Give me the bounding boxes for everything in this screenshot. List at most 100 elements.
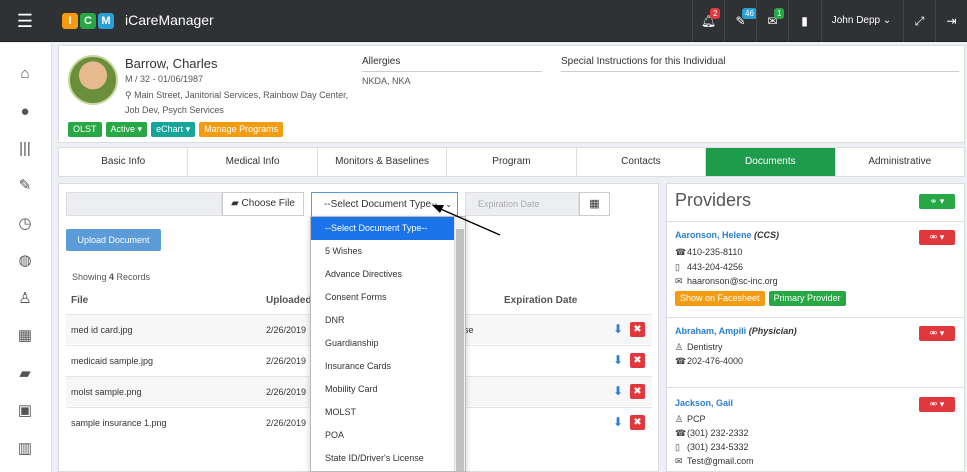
logo-letter-i: I [62, 13, 78, 29]
file-name: sample insurance 1.png [71, 418, 167, 428]
link-icon: ⚭ ▾ [929, 196, 945, 206]
dropdown-option[interactable]: POA [311, 424, 456, 447]
envelope-icon: ✉ [675, 276, 683, 286]
file-name: medicaid sample.jpg [71, 356, 154, 366]
phone-icon: ☎ [675, 428, 687, 438]
manage-programs-button[interactable]: Manage Programs [199, 122, 284, 137]
records-count: Showing 4 Records [72, 272, 150, 282]
dropdown-option[interactable]: State ID/Driver's License [311, 447, 456, 470]
scrollbar-thumb[interactable] [456, 229, 464, 471]
active-dropdown[interactable]: Active ▾ [105, 122, 148, 137]
expand-icon: ⤢ [914, 14, 925, 28]
globe-icon[interactable]: ◍ [14, 250, 36, 272]
calendar-button[interactable]: ▦ [579, 192, 610, 216]
barcode-icon[interactable]: ||| [14, 138, 36, 160]
download-icon[interactable]: ⬇ [611, 384, 625, 398]
avatar [68, 55, 118, 105]
provider-mobile: ▯ 443-204-4256 [675, 262, 743, 273]
provider-name[interactable]: Jackson, Gail [675, 398, 733, 408]
tab-program[interactable]: Program [447, 148, 577, 176]
unlink-icon: ⚮ ▾ [929, 232, 945, 242]
phone-text: 410-235-8110 [687, 247, 743, 257]
delete-icon[interactable]: ✖ [630, 384, 645, 399]
file-name: molst sample.png [71, 387, 142, 397]
download-icon[interactable]: ⬇ [611, 415, 625, 429]
tasks-button[interactable]: ✎ 46 [724, 0, 757, 42]
dropdown-option[interactable]: Advance Directives [311, 263, 456, 286]
dropdown-option[interactable]: Mobility Card [311, 378, 456, 401]
specialty-text: Dentistry [687, 342, 723, 352]
home-icon[interactable]: ⌂ [14, 63, 36, 85]
tab-monitors-baselines[interactable]: Monitors & Baselines [318, 148, 448, 176]
show-on-facesheet-button[interactable]: Show on Facesheet [675, 291, 765, 306]
records-suffix: Records [114, 272, 151, 282]
provider-email: ✉ haaronson@sc-inc.org [675, 276, 778, 287]
mobile-text: 443-204-4256 [687, 262, 744, 272]
providers-panel: Providers ⚭ ▾ Aaronson, Helene (CCS) ⚮ ▾… [666, 183, 965, 472]
briefcase-icon[interactable]: ▣ [14, 400, 36, 422]
document-type-value: --Select Document Type-- [324, 199, 438, 210]
primary-provider-button[interactable]: Primary Provider [768, 291, 846, 306]
notifications-badge: 2 [710, 8, 721, 19]
tab-administrative[interactable]: Administrative [836, 148, 964, 176]
download-icon[interactable]: ⬇ [611, 353, 625, 367]
truck-icon[interactable]: ▰ [14, 363, 36, 385]
patient-name: Barrow, Charles [125, 56, 218, 71]
dropdown-option[interactable]: DNR [311, 309, 456, 332]
dropdown-option[interactable]: MOLST [311, 401, 456, 424]
hamburger-icon[interactable]: ☰ [10, 8, 40, 34]
logo-letter-m: M [98, 13, 114, 29]
delete-icon[interactable]: ✖ [630, 415, 645, 430]
user-md-icon[interactable]: ♙ [14, 288, 36, 310]
dropdown-option[interactable]: Guardianship [311, 332, 456, 355]
provider-phone: ☎(301) 232-2332 [675, 428, 749, 439]
dropdown-option[interactable]: 5 Wishes [311, 240, 456, 263]
clock-icon[interactable]: ◷ [14, 213, 36, 235]
messages-button[interactable]: ✉ 1 [756, 0, 788, 42]
olst-button[interactable]: OLST [68, 122, 102, 137]
active-label: Active [110, 124, 136, 134]
dropdown-option[interactable]: Consent Forms [311, 286, 456, 309]
add-provider-button[interactable]: ⚭ ▾ [919, 194, 955, 209]
app-logo: I C M [62, 13, 114, 29]
upload-date: 2/26/2019 [266, 356, 307, 366]
logo-letter-c: C [80, 13, 96, 29]
user-icon[interactable]: ● [14, 101, 36, 123]
file-name: med id card.jpg [71, 325, 133, 335]
envelope-icon: ✉ [675, 456, 683, 466]
unlink-provider-button[interactable]: ⚮ ▾ [919, 230, 955, 245]
dropdown-scrollbar[interactable] [454, 217, 465, 471]
book-button[interactable]: ▮ [788, 0, 820, 42]
tab-contacts[interactable]: Contacts [577, 148, 707, 176]
phone-icon: ☎ [675, 247, 687, 257]
choose-file-button[interactable]: ▰ Choose File [222, 192, 304, 216]
notifications-button[interactable]: 🔔︎ 2 [692, 0, 724, 42]
provider-name[interactable]: Aaronson, Helene (CCS) [675, 230, 779, 240]
phone-text: 202-476-4000 [687, 356, 744, 366]
providers-title: Providers [675, 190, 752, 210]
calendar-icon[interactable]: ▦ [14, 325, 36, 347]
email-text: Test@gmail.com [687, 456, 754, 466]
edit-icon[interactable]: ✎ [14, 175, 36, 197]
unlink-provider-button[interactable]: ⚮ ▾ [919, 326, 955, 341]
dropdown-option[interactable]: Insurance Cards [311, 355, 456, 378]
echart-dropdown[interactable]: eChart ▾ [151, 122, 196, 137]
download-icon[interactable]: ⬇ [611, 322, 625, 336]
provider-card: Aaronson, Helene (CCS) ⚮ ▾ ☎410-235-8110… [667, 221, 964, 317]
document-type-dropdown: --Select Document Type-- 5 Wishes Advanc… [310, 216, 466, 472]
tab-medical-info[interactable]: Medical Info [188, 148, 318, 176]
expand-button[interactable]: ⤢ [903, 0, 935, 42]
delete-icon[interactable]: ✖ [630, 322, 645, 337]
file-path-input[interactable] [66, 192, 222, 216]
delete-icon[interactable]: ✖ [630, 353, 645, 368]
logout-button[interactable]: ⇥ [935, 0, 967, 42]
tab-basic-info[interactable]: Basic Info [59, 148, 189, 176]
upload-document-button[interactable]: Upload Document [66, 229, 161, 251]
specialty-text: PCP [687, 414, 706, 424]
bar-chart-icon[interactable]: ▥ [14, 438, 36, 460]
user-menu[interactable]: John Depp ⌄ [821, 0, 901, 42]
provider-name[interactable]: Abraham, Ampili (Physician) [675, 326, 797, 336]
echart-label: eChart [156, 124, 184, 134]
unlink-provider-button[interactable]: ⚮ ▾ [919, 397, 955, 412]
tab-documents[interactable]: Documents [706, 148, 836, 176]
